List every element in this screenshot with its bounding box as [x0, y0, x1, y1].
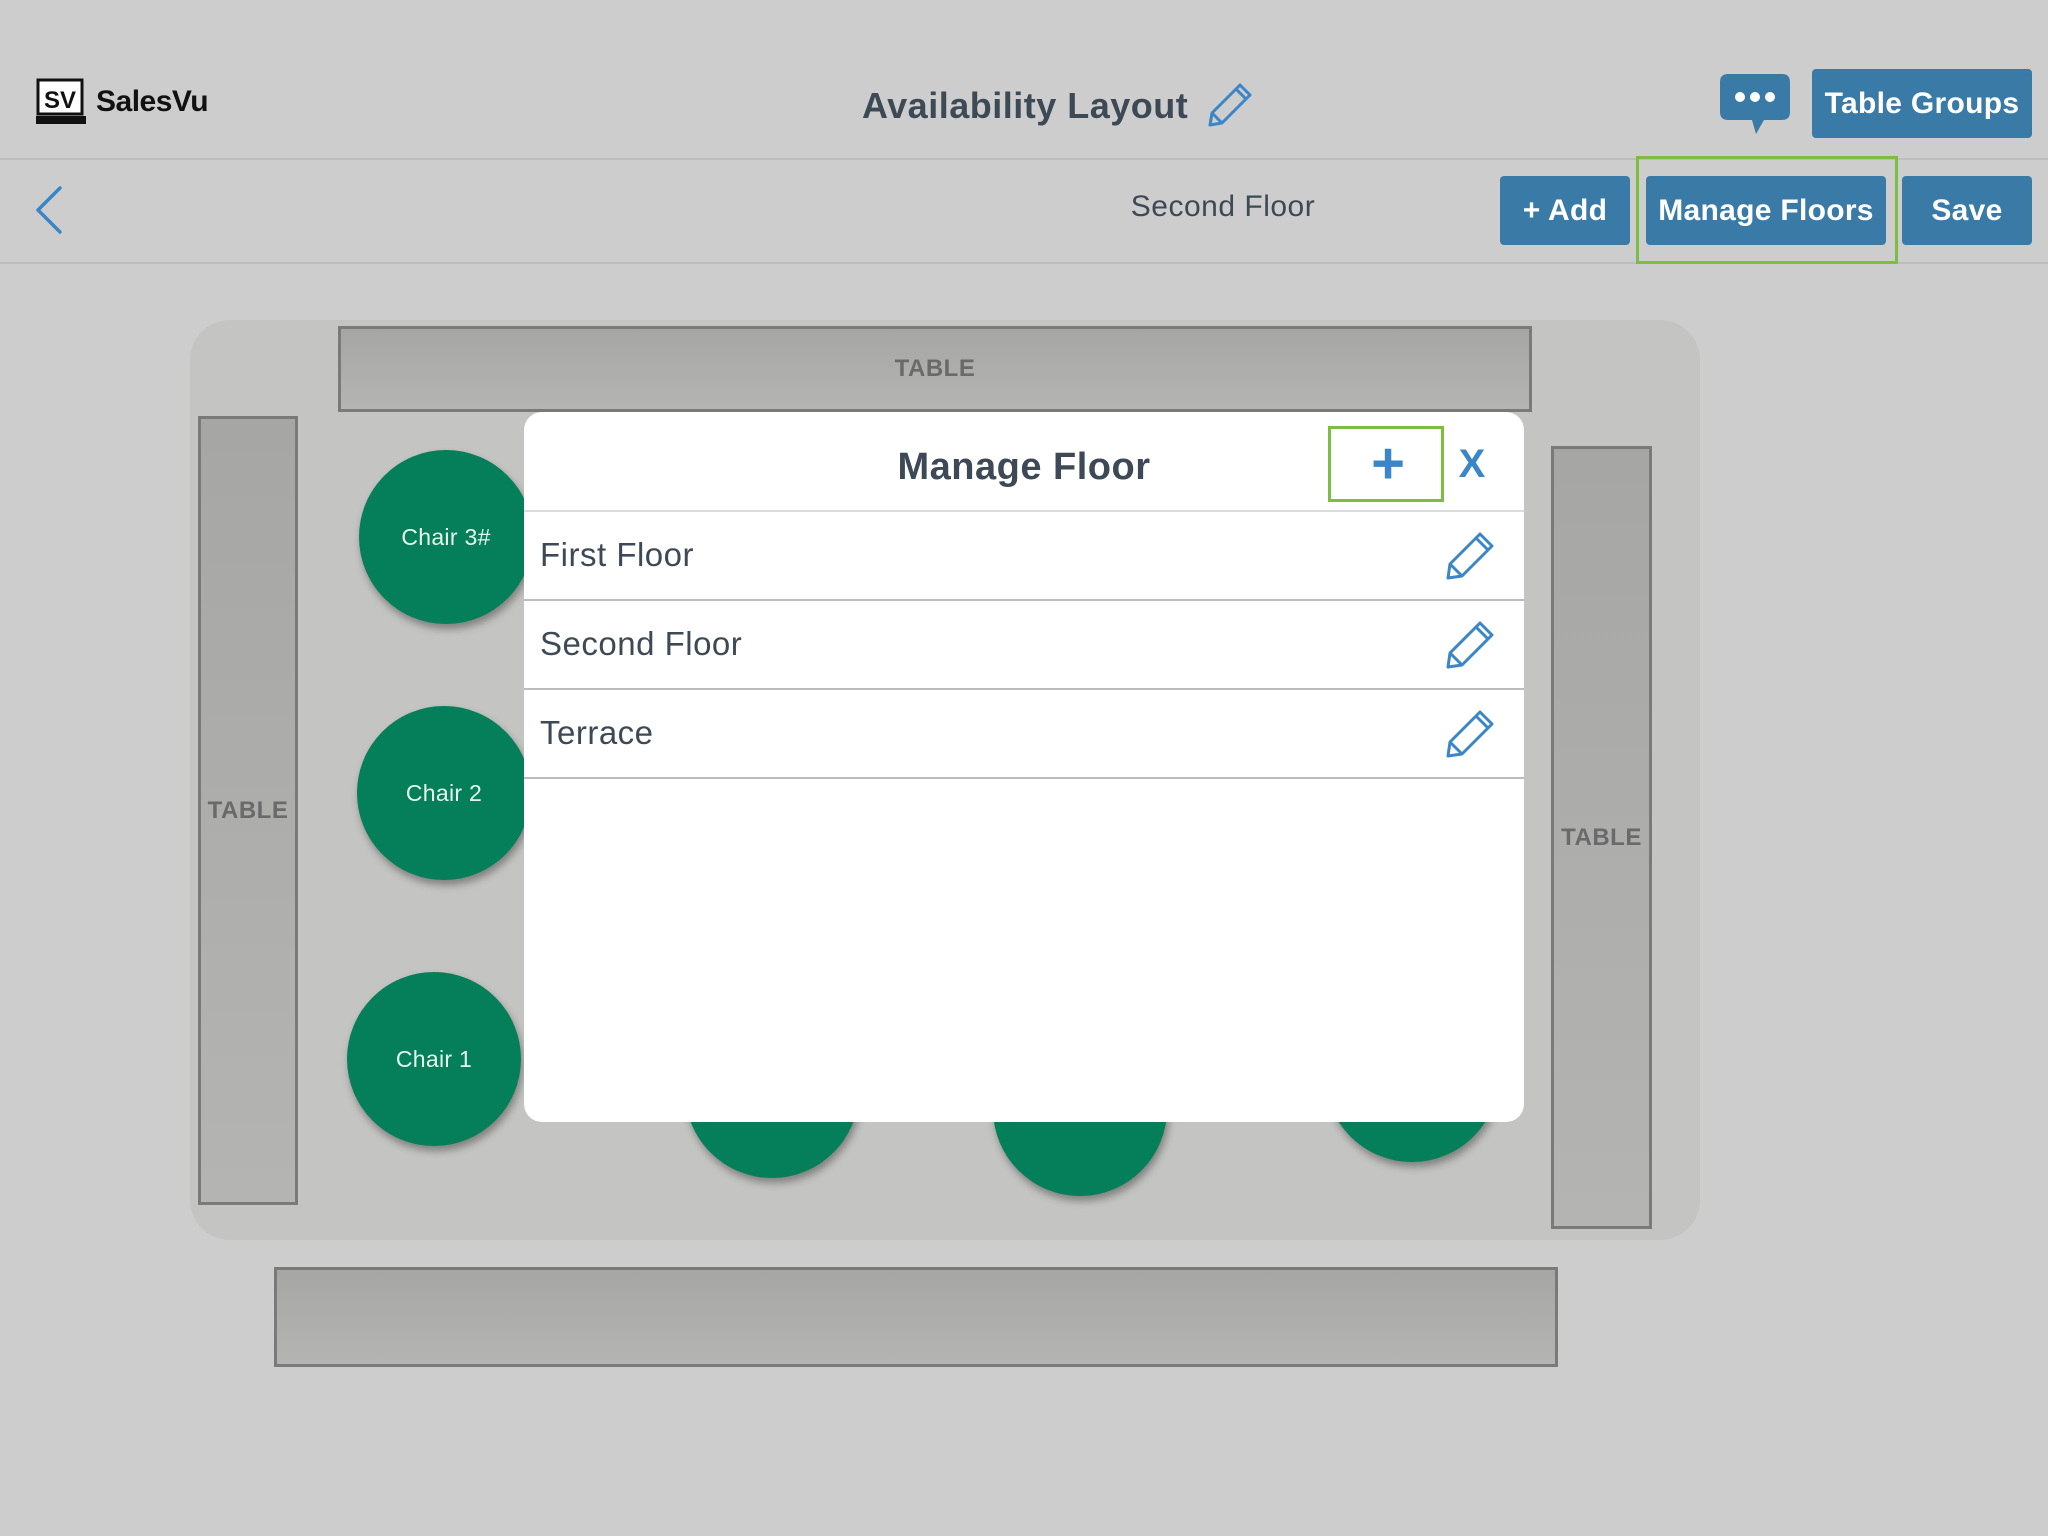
brand-name: SalesVu — [96, 85, 209, 118]
floor-list-item[interactable]: Second Floor — [524, 601, 1524, 690]
current-floor-name: Second Floor — [1130, 190, 1316, 223]
salesvu-logo-icon: SV — [36, 78, 86, 126]
chevron-left-icon[interactable] — [34, 184, 64, 236]
pencil-icon[interactable] — [1442, 706, 1498, 762]
pencil-icon[interactable] — [1442, 528, 1498, 584]
add-floor-button[interactable]: + — [1358, 432, 1418, 496]
close-dialog-button[interactable]: X — [1452, 434, 1492, 494]
table-right[interactable]: TABLE — [1551, 446, 1652, 1229]
floor-name: Terrace — [540, 714, 654, 751]
chair-1[interactable]: Chair 1 — [347, 972, 521, 1146]
manage-floors-button[interactable]: Manage Floors — [1646, 176, 1886, 245]
pencil-icon[interactable] — [1442, 617, 1498, 673]
table-bottom[interactable] — [274, 1267, 1558, 1367]
chat-bubble-icon[interactable] — [1718, 72, 1792, 138]
page-title: Availability Layout — [862, 85, 1189, 126]
floor-list-item[interactable]: First Floor — [524, 512, 1524, 601]
page-title-group: Availability Layout — [862, 76, 1256, 136]
manage-floor-dialog: Manage Floor + X First Floor Second Floo… — [524, 412, 1524, 1122]
floor-name: Second Floor — [540, 625, 743, 662]
table-groups-button[interactable]: Table Groups — [1812, 69, 2032, 138]
save-button[interactable]: Save — [1902, 176, 2032, 245]
table-top[interactable]: TABLE — [338, 326, 1532, 412]
table-left[interactable]: TABLE — [198, 416, 298, 1205]
floor-list: First Floor Second Floor Terrace — [524, 510, 1524, 779]
floor-list-item[interactable]: Terrace — [524, 690, 1524, 779]
chair-2[interactable]: Chair 2 — [357, 706, 531, 880]
add-button[interactable]: + Add — [1500, 176, 1630, 245]
logo-mark-text: SV — [44, 87, 76, 114]
chair-3[interactable]: Chair 3# — [359, 450, 533, 624]
pencil-icon[interactable] — [1202, 79, 1256, 133]
floor-name: First Floor — [540, 536, 694, 573]
app-logo: SV SalesVu — [36, 78, 209, 126]
